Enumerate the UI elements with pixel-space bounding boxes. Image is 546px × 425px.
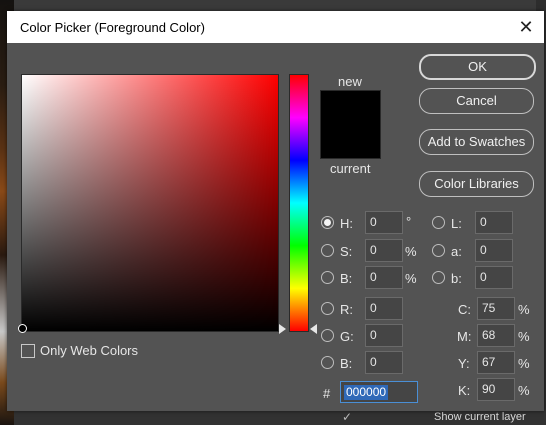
black-label: K: (458, 383, 471, 398)
green-radio[interactable] (321, 329, 334, 342)
a-channel-radio[interactable] (432, 244, 445, 257)
hue-radio[interactable] (321, 216, 334, 229)
b-channel-input[interactable]: 0 (475, 266, 513, 289)
blue-label: B: (340, 356, 353, 371)
brightness-radio[interactable] (321, 271, 334, 284)
background-layers-footer: ✓ Show current layer (14, 410, 546, 425)
hue-input[interactable]: 0 (365, 211, 403, 234)
saturation-unit: % (405, 244, 417, 259)
red-label: R: (340, 302, 353, 317)
only-web-colors-checkbox[interactable] (21, 344, 35, 358)
hue-slider[interactable] (289, 74, 309, 332)
red-radio[interactable] (321, 302, 334, 315)
cyan-input[interactable]: 75 (477, 297, 515, 320)
color-libraries-button[interactable]: Color Libraries (419, 171, 534, 197)
cyan-unit: % (518, 302, 530, 317)
green-label: G: (340, 329, 354, 344)
hue-unit: ° (406, 214, 412, 229)
magenta-input[interactable]: 68 (477, 324, 515, 347)
blue-radio[interactable] (321, 356, 334, 369)
magenta-unit: % (518, 329, 530, 344)
current-color-label: current (330, 161, 371, 176)
checkmark-icon[interactable]: ✓ (340, 410, 354, 424)
lightness-label: L: (451, 216, 462, 231)
dialog-title: Color Picker (Foreground Color) (20, 20, 205, 35)
magenta-label: M: (457, 329, 472, 344)
black-unit: % (518, 383, 530, 398)
a-channel-label: a: (451, 244, 462, 259)
yellow-input[interactable]: 67 (477, 351, 515, 374)
green-input[interactable]: 0 (365, 324, 403, 347)
hex-label: # (323, 386, 331, 401)
color-field[interactable] (21, 74, 279, 332)
brightness-input[interactable]: 0 (365, 266, 403, 289)
ok-button[interactable]: OK (419, 54, 536, 80)
a-channel-input[interactable]: 0 (475, 239, 513, 262)
new-color-label: new (338, 74, 362, 89)
brightness-unit: % (405, 271, 417, 286)
cancel-button[interactable]: Cancel (419, 88, 534, 114)
hue-slider-left-arrow-icon[interactable] (279, 324, 286, 334)
yellow-unit: % (518, 356, 530, 371)
saturation-radio[interactable] (321, 244, 334, 257)
hue-label: H: (340, 216, 353, 231)
lightness-radio[interactable] (432, 216, 445, 229)
hex-value: 000000 (344, 385, 389, 400)
cyan-label: C: (458, 302, 471, 317)
add-to-swatches-button[interactable]: Add to Swatches (419, 129, 534, 155)
hex-input[interactable]: 000000 (340, 381, 418, 403)
show-current-layer-label: Show current layer (434, 411, 526, 423)
hue-slider-right-arrow-icon[interactable] (310, 324, 317, 334)
title-bar: Color Picker (Foreground Color) ✕ (7, 11, 544, 43)
blue-input[interactable]: 0 (365, 351, 403, 374)
black-input[interactable]: 90 (477, 378, 515, 401)
saturation-label: S: (340, 244, 353, 259)
lightness-input[interactable]: 0 (475, 211, 513, 234)
color-preview-swatch[interactable] (320, 90, 381, 159)
color-picker-dialog: Color Picker (Foreground Color) ✕ Only W… (7, 11, 544, 411)
only-web-colors-label: Only Web Colors (40, 343, 139, 358)
red-input[interactable]: 0 (365, 297, 403, 320)
close-icon[interactable]: ✕ (514, 15, 538, 39)
b-channel-label: b: (451, 271, 462, 286)
b-channel-radio[interactable] (432, 271, 445, 284)
saturation-input[interactable]: 0 (365, 239, 403, 262)
yellow-label: Y: (458, 356, 470, 371)
color-field-marker[interactable] (18, 324, 27, 333)
brightness-label: B: (340, 271, 353, 286)
